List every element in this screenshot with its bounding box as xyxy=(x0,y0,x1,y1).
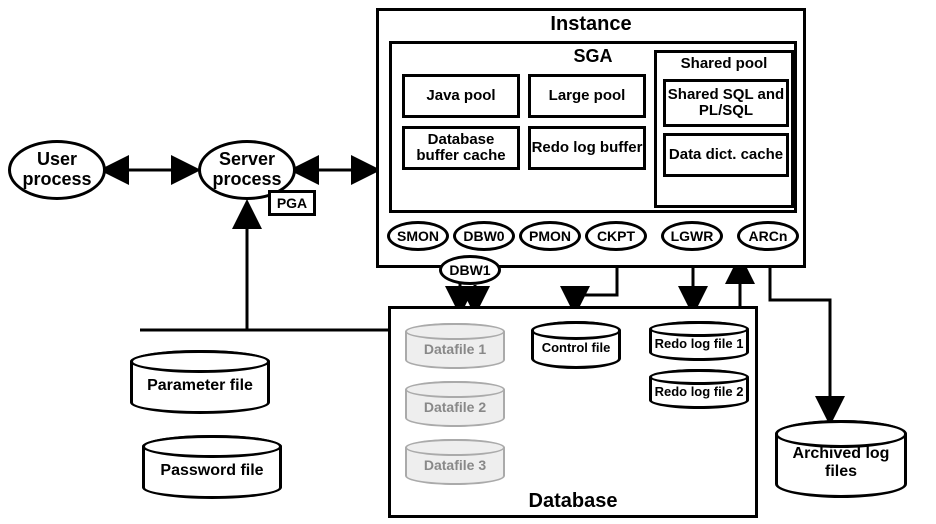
shared-sql: Shared SQL and PL/SQL xyxy=(663,79,789,127)
lgwr-process: LGWR xyxy=(661,221,723,251)
shared-sql-label: Shared SQL and PL/SQL xyxy=(666,87,786,120)
large-pool: Large pool xyxy=(528,74,646,118)
java-pool: Java pool xyxy=(402,74,520,118)
password-file-label: Password file xyxy=(160,454,263,480)
ckpt-process: CKPT xyxy=(585,221,647,251)
datafile-3: Datafile 3 xyxy=(405,439,505,485)
ckpt-label: CKPT xyxy=(597,228,635,244)
data-dict-cache: Data dict. cache xyxy=(663,133,789,177)
pmon-label: PMON xyxy=(529,228,571,244)
datafile-2: Datafile 2 xyxy=(405,381,505,427)
redo-log-1-label: Redo log file 1 xyxy=(655,333,744,350)
instance-box: Instance SGA Java pool Large pool Databa… xyxy=(376,8,806,268)
datafile-1-label: Datafile 1 xyxy=(424,335,486,357)
db-buffer-cache: Database buffer cache xyxy=(402,126,520,170)
dbw1-process: DBW1 xyxy=(439,255,501,285)
dbw0-label: DBW0 xyxy=(463,228,504,244)
datafile-3-label: Datafile 3 xyxy=(424,451,486,473)
dbw0-process: DBW0 xyxy=(453,221,515,251)
datafile-1: Datafile 1 xyxy=(405,323,505,369)
datafile-2-label: Datafile 2 xyxy=(424,393,486,415)
instance-title: Instance xyxy=(379,13,803,36)
arcn-label: ARCn xyxy=(749,228,788,244)
redo-log-buffer: Redo log buffer xyxy=(528,126,646,170)
data-dict-cache-label: Data dict. cache xyxy=(669,147,783,164)
password-file: Password file xyxy=(142,435,282,499)
user-process-label: User process xyxy=(11,150,103,190)
large-pool-label: Large pool xyxy=(549,88,626,105)
parameter-file-label: Parameter file xyxy=(147,369,253,395)
database-box: Database Datafile 1 Datafile 2 Datafile … xyxy=(388,306,758,518)
shared-pool-title: Shared pool xyxy=(657,55,791,72)
sga-box: SGA Java pool Large pool Database buffer… xyxy=(389,41,797,213)
arcn-process: ARCn xyxy=(737,221,799,251)
redo-log-buffer-label: Redo log buffer xyxy=(532,140,643,157)
user-process: User process xyxy=(8,140,106,200)
shared-pool-box: Shared pool Shared SQL and PL/SQL Data d… xyxy=(654,50,794,208)
db-buffer-cache-label: Database buffer cache xyxy=(405,132,517,165)
pga-label: PGA xyxy=(277,195,307,211)
archived-log-files-label: Archived log files xyxy=(778,437,904,480)
database-title: Database xyxy=(391,490,755,513)
parameter-file: Parameter file xyxy=(130,350,270,414)
redo-log-file-2: Redo log file 2 xyxy=(649,369,749,409)
control-file: Control file xyxy=(531,321,621,369)
pmon-process: PMON xyxy=(519,221,581,251)
redo-log-file-1: Redo log file 1 xyxy=(649,321,749,361)
java-pool-label: Java pool xyxy=(426,88,495,105)
smon-label: SMON xyxy=(397,228,439,244)
server-process-label: Server process xyxy=(201,150,293,190)
archived-log-files: Archived log files xyxy=(775,420,907,498)
dbw1-label: DBW1 xyxy=(449,262,490,278)
lgwr-label: LGWR xyxy=(671,228,714,244)
pga-box: PGA xyxy=(268,190,316,216)
smon-process: SMON xyxy=(387,221,449,251)
control-file-label: Control file xyxy=(542,337,611,354)
redo-log-2-label: Redo log file 2 xyxy=(655,381,744,398)
